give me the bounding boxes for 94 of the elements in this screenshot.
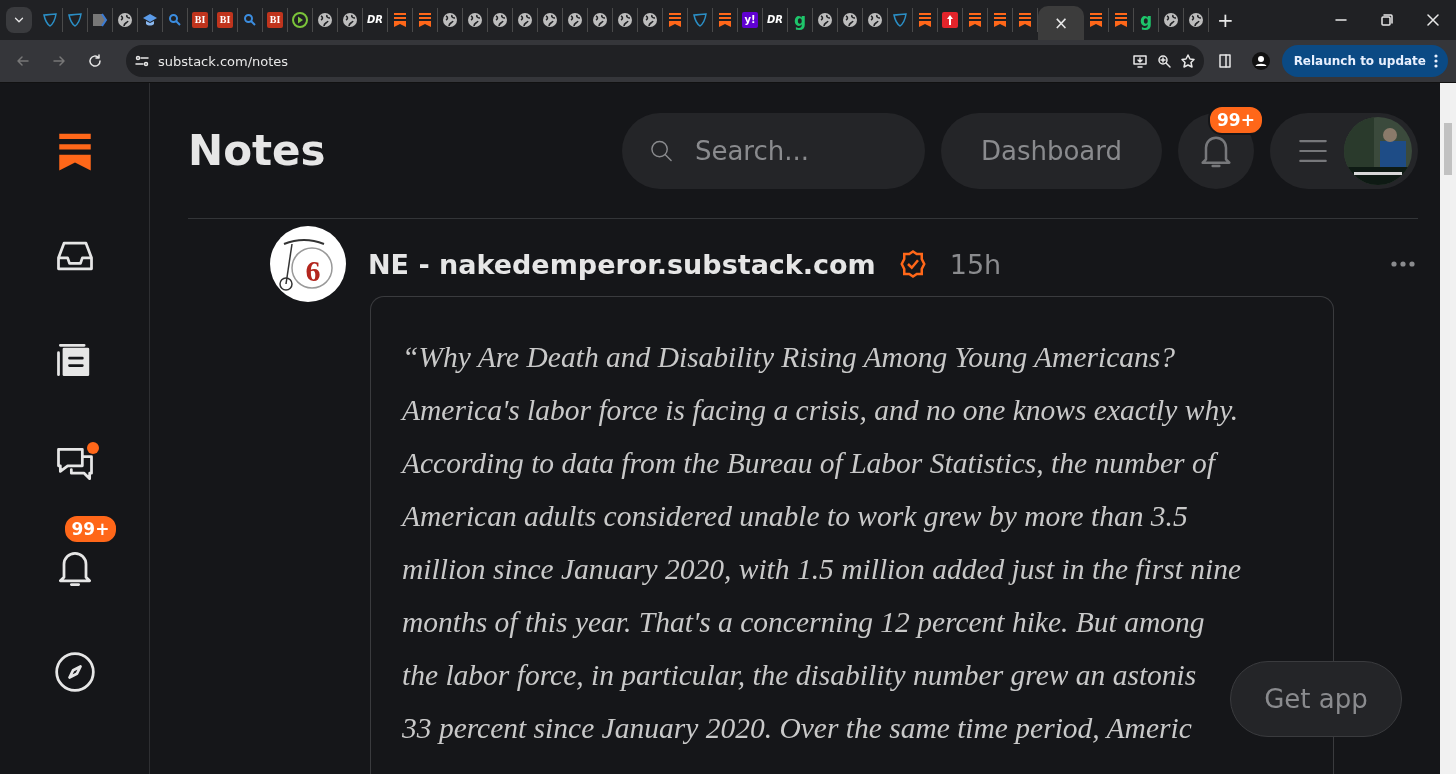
new-tab-button[interactable]: + xyxy=(1217,10,1234,30)
search-icon xyxy=(167,12,183,28)
globe-icon xyxy=(442,12,458,28)
globe-icon xyxy=(317,12,333,28)
close-icon xyxy=(1427,14,1439,26)
search-bar[interactable]: Search... xyxy=(621,112,925,189)
quote-line: the labor force, in particular, the disability number grew an astonis xyxy=(402,658,1197,693)
compass-icon xyxy=(52,650,97,694)
author-avatar[interactable]: 6 xyxy=(270,226,346,302)
substack-icon xyxy=(392,12,408,28)
address-bar[interactable]: substack.com/notes xyxy=(126,45,1204,77)
url-text: substack.com/notes xyxy=(158,53,290,69)
post-time: 15h xyxy=(949,248,1003,280)
star-icon xyxy=(1179,53,1196,69)
quote-line: million since January 2020, with 1.5 million added just in the first nine xyxy=(402,552,1242,587)
globe-icon xyxy=(517,12,533,28)
dashboard-button[interactable]: Dashboard xyxy=(940,112,1162,189)
profile-icon xyxy=(1251,52,1270,70)
substack-icon xyxy=(1088,12,1104,28)
globe-icon xyxy=(867,12,883,28)
substack-icon xyxy=(417,12,433,28)
quote-line: America's labor force is facing a crisis, and no one knows exactly why. xyxy=(402,393,1238,428)
substack-icon xyxy=(967,12,983,28)
more-vertical-icon xyxy=(1434,54,1438,68)
substack-icon xyxy=(917,12,933,28)
tag-icon xyxy=(92,12,108,28)
shield-icon xyxy=(67,12,83,28)
substack-icon xyxy=(1017,12,1033,28)
pin-icon xyxy=(942,12,958,28)
globe-icon xyxy=(1188,12,1204,28)
substack-icon xyxy=(717,12,733,28)
substack-icon xyxy=(992,12,1008,28)
author-name[interactable]: NE - nakedemperor.substack.com xyxy=(368,248,876,280)
browser-tab[interactable]: g xyxy=(788,8,813,32)
reload-icon xyxy=(87,53,103,69)
site-logo-icon: y! xyxy=(742,12,758,28)
browser-tab[interactable]: × xyxy=(1038,6,1084,40)
back-arrow-icon xyxy=(15,53,31,69)
scrollbar-thumb[interactable] xyxy=(1444,123,1452,175)
globe-icon xyxy=(1163,12,1179,28)
site-settings-icon xyxy=(134,53,150,69)
forward-arrow-icon xyxy=(51,53,67,69)
graduation-cap-icon xyxy=(142,12,158,28)
browser-tab[interactable]: BI xyxy=(263,8,288,32)
play-icon xyxy=(292,12,308,28)
quote-line: months of this year. That's a concerning 12 percent hike. But among xyxy=(402,605,1205,640)
install-app-icon xyxy=(1131,53,1148,69)
quote-line: American adults considered unable to work grew by more than 3.5 xyxy=(402,499,1188,534)
side-panel-icon xyxy=(1216,53,1233,69)
quote-line: “Why Are Death and Disability Rising Among Young Americans? xyxy=(402,340,1175,375)
zoom-icon xyxy=(1155,53,1172,69)
search-icon xyxy=(242,12,258,28)
browser-tab[interactable]: BI xyxy=(188,8,213,32)
browser-tab[interactable]: BI xyxy=(213,8,238,32)
avatar-number: 6 xyxy=(305,254,321,288)
quote-line: 33 percent since January 2020. Over the same time period, Americ xyxy=(402,711,1192,746)
site-logo-icon: DR xyxy=(767,12,783,28)
browser-tab[interactable]: g xyxy=(1134,8,1159,32)
page-title: Notes xyxy=(188,126,327,175)
globe-icon xyxy=(617,12,633,28)
relaunch-button[interactable]: Relaunch to update xyxy=(1281,45,1448,77)
shield-icon xyxy=(692,12,708,28)
site-logo-icon: DR xyxy=(367,12,383,28)
site-logo-icon: g xyxy=(792,12,808,28)
globe-icon xyxy=(467,12,483,28)
substack-icon xyxy=(1113,12,1129,28)
globe-icon xyxy=(592,12,608,28)
shield-icon xyxy=(42,12,58,28)
tab-search-button[interactable] xyxy=(6,7,32,33)
globe-icon xyxy=(817,12,833,28)
site-logo-icon: BI xyxy=(192,12,208,28)
globe-icon xyxy=(642,12,658,28)
close-tab-icon[interactable]: × xyxy=(1053,14,1069,32)
globe-icon xyxy=(342,12,358,28)
search-field[interactable]: Search... xyxy=(692,134,897,167)
site-logo-icon: BI xyxy=(267,12,283,28)
site-logo-icon: BI xyxy=(217,12,233,28)
globe-icon xyxy=(492,12,508,28)
site-logo-icon: g xyxy=(1138,12,1154,28)
substack-icon xyxy=(667,12,683,28)
browser-tab[interactable]: DR xyxy=(363,8,388,32)
browser-tab[interactable]: DR xyxy=(763,8,788,32)
globe-icon xyxy=(567,12,583,28)
globe-icon xyxy=(842,12,858,28)
globe-icon xyxy=(542,12,558,28)
restore-icon xyxy=(1381,14,1393,26)
browser-tab[interactable]: y! xyxy=(738,8,763,32)
shield-icon xyxy=(892,12,908,28)
notification-count: 99+ xyxy=(1208,104,1264,135)
globe-icon xyxy=(117,12,133,28)
more-options-icon[interactable] xyxy=(1391,261,1415,267)
get-app-button[interactable]: Get app xyxy=(1230,661,1402,737)
notification-count: 99+ xyxy=(62,514,119,544)
scrollbar[interactable] xyxy=(1440,83,1456,774)
